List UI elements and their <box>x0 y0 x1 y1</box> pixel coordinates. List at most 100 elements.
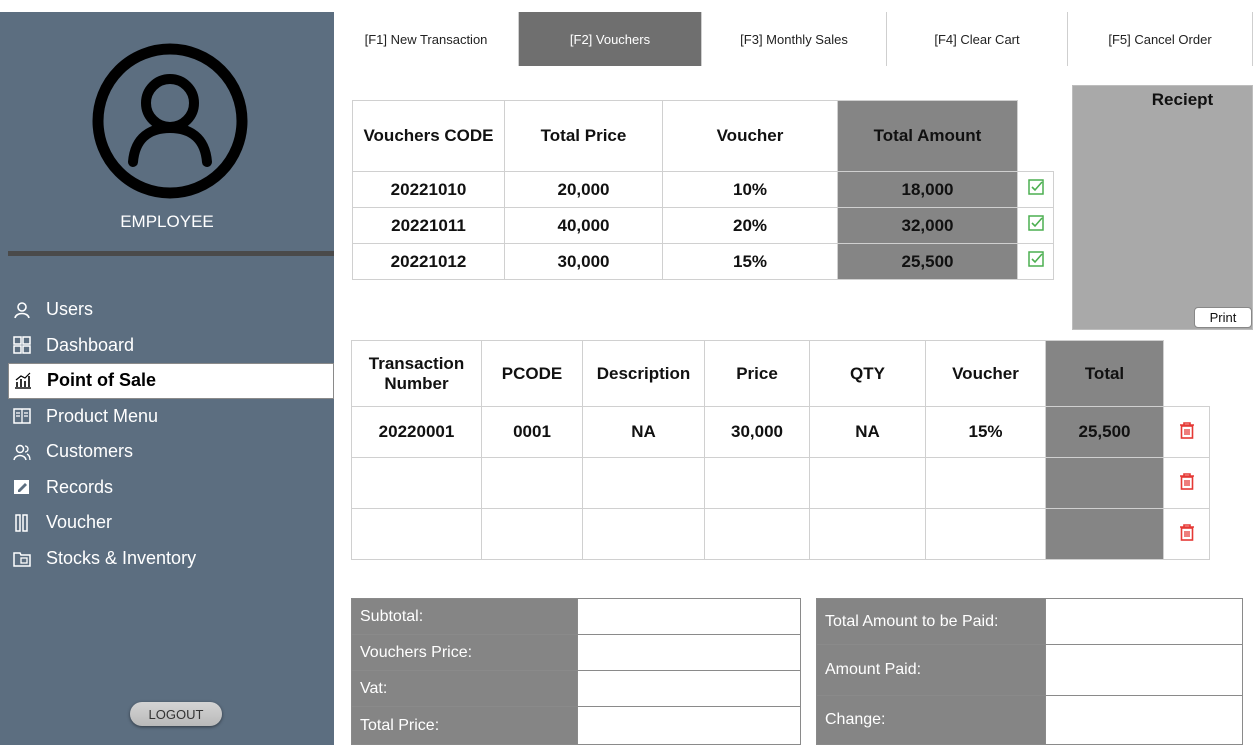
transactions-table: Transaction Number PCODE Description Pri… <box>351 340 1210 560</box>
subtotal-row: Subtotal: <box>352 599 800 635</box>
vouchers-price-field[interactable] <box>577 635 800 670</box>
price-cell <box>704 508 810 560</box>
trash-icon[interactable] <box>1178 523 1196 541</box>
total-price-cell: 20,000 <box>504 171 663 208</box>
total-amount-cell: 25,500 <box>837 243 1018 280</box>
payment-summary-box: Total Amount to be Paid: Amount Paid: Ch… <box>816 598 1243 745</box>
tab-clear-cart[interactable]: [F4] Clear Cart <box>887 12 1068 66</box>
voucher-code-cell: 20221010 <box>352 171 505 208</box>
select-column-header <box>1017 100 1054 172</box>
pcode-cell <box>481 457 583 509</box>
top-strip <box>0 0 334 12</box>
checkbox-checked-icon[interactable] <box>1027 250 1045 268</box>
pcode-cell: 0001 <box>481 406 583 458</box>
column-header: Price <box>704 340 810 407</box>
total-amount-cell: 18,000 <box>837 171 1018 208</box>
sidebar-item-label: Dashboard <box>46 334 135 355</box>
change-field[interactable] <box>1045 696 1242 744</box>
function-tabs: [F1] New Transaction [F2] Vouchers [F3] … <box>334 12 1253 66</box>
voucher-percent-cell: 10% <box>662 171 838 208</box>
amount-paid-row: Amount Paid: <box>817 645 1242 696</box>
sidebar-item-records[interactable]: Records <box>0 470 334 506</box>
pcode-cell <box>481 508 583 560</box>
sidebar-item-dashboard[interactable]: Dashboard <box>0 328 334 364</box>
logout-button[interactable]: LOGOUT <box>130 702 222 726</box>
voucher-cell <box>925 508 1046 560</box>
voucher-cell: 15% <box>925 406 1046 458</box>
sidebar-item-stocks-inventory[interactable]: Stocks & Inventory <box>0 541 334 577</box>
sidebar-item-label: Users <box>46 299 94 320</box>
qty-cell: NA <box>809 406 926 458</box>
users-icon <box>12 442 32 462</box>
action-column-header <box>1163 340 1210 407</box>
sidebar-item-label: Stocks & Inventory <box>46 547 197 568</box>
sidebar-item-label: Records <box>46 476 114 497</box>
trash-icon[interactable] <box>1178 421 1196 439</box>
table-row[interactable]: 20221011 40,000 20% 32,000 <box>352 207 1054 244</box>
sidebar-item-product-menu[interactable]: Product Menu <box>0 399 334 435</box>
table-row[interactable]: 20220001 0001 NA 30,000 NA 15% 25,500 <box>351 406 1210 458</box>
inventory-icon <box>12 548 32 568</box>
subtotal-field[interactable] <box>577 599 800 634</box>
transaction-number-cell: 20220001 <box>351 406 482 458</box>
change-row: Change: <box>817 696 1242 744</box>
trash-icon[interactable] <box>1178 472 1196 490</box>
print-button[interactable]: Print <box>1194 307 1252 328</box>
select-cell[interactable] <box>1017 207 1054 244</box>
select-cell[interactable] <box>1017 243 1054 280</box>
sidebar-nav: Users Dashboard Point of Sale Product Me… <box>0 292 334 576</box>
table-row[interactable]: 20221010 20,000 10% 18,000 <box>352 171 1054 208</box>
checkbox-checked-icon[interactable] <box>1027 178 1045 196</box>
receipt-panel: Reciept Print <box>1072 85 1253 330</box>
voucher-code-cell: 20221011 <box>352 207 505 244</box>
checkbox-checked-icon[interactable] <box>1027 214 1045 232</box>
order-summary-box: Subtotal: Vouchers Price: Vat: Total Pri… <box>351 598 801 745</box>
column-header: Total Price <box>504 100 663 172</box>
sidebar-item-customers[interactable]: Customers <box>0 434 334 470</box>
tab-vouchers[interactable]: [F2] Vouchers <box>519 12 702 66</box>
amount-paid-label: Amount Paid: <box>817 645 1045 695</box>
column-header: Description <box>582 340 705 407</box>
sidebar-item-label: Product Menu <box>46 405 159 426</box>
vouchers-price-label: Vouchers Price: <box>352 635 577 670</box>
total-price-label: Total Price: <box>352 707 577 744</box>
column-header: Voucher <box>662 100 838 172</box>
amount-due-row: Total Amount to be Paid: <box>817 599 1242 645</box>
select-cell[interactable] <box>1017 171 1054 208</box>
edit-icon <box>12 477 32 497</box>
voucher-cell <box>925 457 1046 509</box>
amount-due-label: Total Amount to be Paid: <box>817 599 1045 644</box>
sidebar-item-users[interactable]: Users <box>0 292 334 328</box>
voucher-icon <box>12 513 32 533</box>
total-price-field[interactable] <box>577 707 800 744</box>
delete-cell[interactable] <box>1163 508 1210 560</box>
delete-cell[interactable] <box>1163 406 1210 458</box>
total-price-row: Total Price: <box>352 707 800 744</box>
amount-paid-field[interactable] <box>1045 645 1242 695</box>
column-header: Voucher <box>925 340 1046 407</box>
total-cell: 25,500 <box>1045 406 1164 458</box>
delete-cell[interactable] <box>1163 457 1210 509</box>
total-amount-cell: 32,000 <box>837 207 1018 244</box>
sidebar-item-point-of-sale[interactable]: Point of Sale <box>8 363 334 399</box>
sidebar-item-voucher[interactable]: Voucher <box>0 505 334 541</box>
total-cell <box>1045 508 1164 560</box>
column-header: PCODE <box>481 340 583 407</box>
vat-field[interactable] <box>577 671 800 706</box>
sidebar-item-label: Voucher <box>46 512 113 533</box>
vouchers-table: Vouchers CODE Total Price Voucher Total … <box>352 100 1054 280</box>
price-cell: 30,000 <box>704 406 810 458</box>
tab-new-transaction[interactable]: [F1] New Transaction <box>334 12 519 66</box>
column-header: Total Amount <box>837 100 1018 172</box>
table-row[interactable] <box>351 508 1210 560</box>
vouchers-price-row: Vouchers Price: <box>352 635 800 671</box>
change-label: Change: <box>817 696 1045 744</box>
sidebar-item-label: Point of Sale <box>47 370 157 391</box>
table-row[interactable]: 20221012 30,000 15% 25,500 <box>352 243 1054 280</box>
tab-monthly-sales[interactable]: [F3] Monthly Sales <box>702 12 887 66</box>
amount-due-field[interactable] <box>1045 599 1242 644</box>
column-header: Vouchers CODE <box>352 100 505 172</box>
tab-cancel-order[interactable]: [F5] Cancel Order <box>1068 12 1253 66</box>
column-header: Transaction Number <box>351 340 482 407</box>
table-row[interactable] <box>351 457 1210 509</box>
